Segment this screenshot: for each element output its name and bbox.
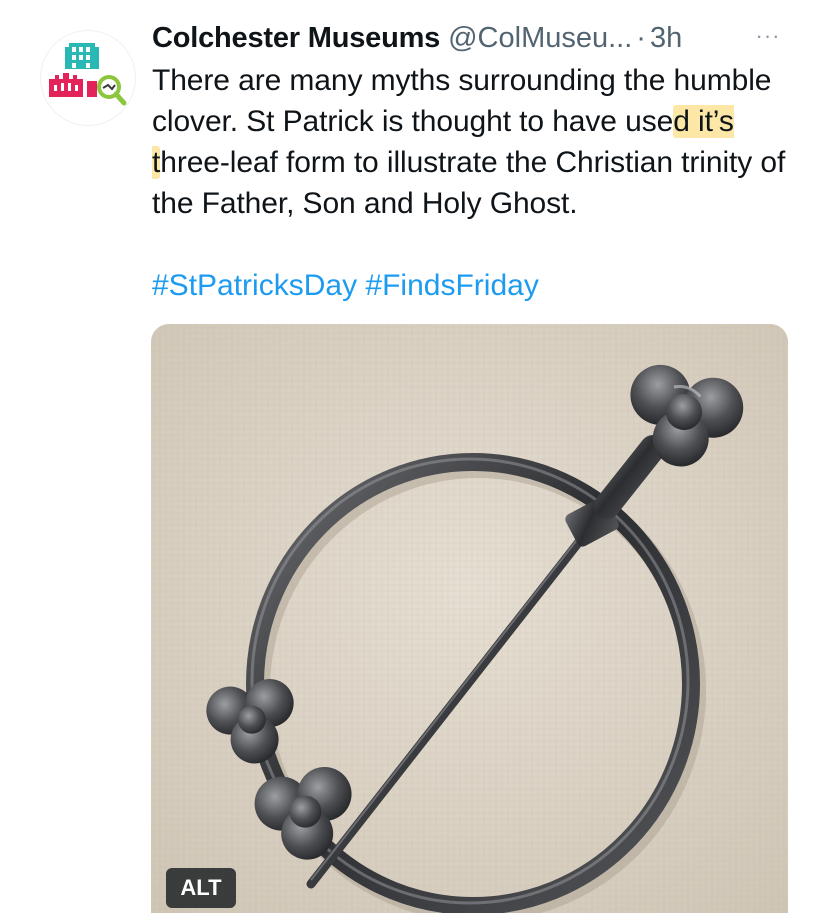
avatar[interactable] [40, 30, 136, 126]
more-options-icon[interactable]: ··· [750, 24, 786, 48]
hashtag-stpatricksday[interactable]: #StPatricksDay [152, 269, 357, 302]
hashtag-findsfriday[interactable]: #FindsFriday [365, 269, 538, 302]
tweet-header: Colchester Museums @ColMuseu... · 3h [152, 16, 792, 60]
header-separator: · [636, 22, 646, 54]
museum-logo-icon [49, 43, 127, 106]
hashtags: #StPatricksDay #FindsFriday [152, 266, 792, 306]
author-handle[interactable]: @ColMuseu... [448, 18, 632, 58]
tweet-timestamp[interactable]: 3h [650, 18, 682, 58]
tweet-media-image[interactable] [151, 324, 788, 913]
author-name[interactable]: Colchester Museums [152, 18, 440, 58]
tweet-text-part: hree-leaf form to illustrate the Christi… [152, 146, 786, 220]
tweet-text: There are many myths surrounding the hum… [152, 60, 792, 224]
alt-text-button[interactable]: ALT [166, 868, 236, 908]
brooch-photo-icon [151, 324, 788, 913]
